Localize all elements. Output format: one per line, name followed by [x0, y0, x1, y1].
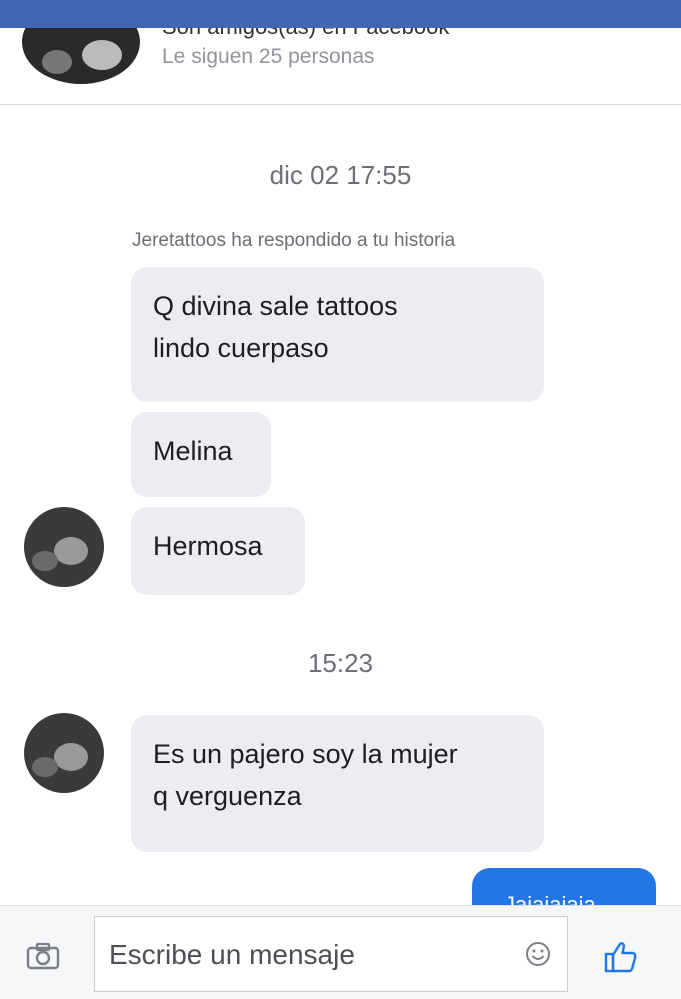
- message-bubble[interactable]: Hermosa: [131, 507, 305, 595]
- friends-line: Son amigos(as) en Facebook: [162, 28, 449, 40]
- contact-avatar[interactable]: [22, 28, 140, 84]
- message-thread[interactable]: dic 02 17:55 Jeretattoos ha respondido a…: [0, 105, 681, 928]
- message-text: Es un pajero soy la mujer: [153, 739, 458, 769]
- message-text: q verguenza: [153, 781, 302, 811]
- message-composer: Escribe un mensaje: [0, 905, 681, 999]
- top-bar: [0, 0, 681, 28]
- followers-count: Le siguen 25 personas: [162, 45, 375, 68]
- message-bubble[interactable]: Es un pajero soy la mujer q verguenza: [131, 715, 544, 852]
- message-text: Q divina sale tattoos: [153, 291, 398, 321]
- message-text: Melina: [153, 436, 233, 466]
- smiley-icon[interactable]: [525, 941, 551, 967]
- message-bubble[interactable]: Q divina sale tattoos lindo cuerpaso: [131, 267, 544, 402]
- timestamp: 15:23: [307, 648, 374, 678]
- message-text: Hermosa: [153, 531, 263, 561]
- message-text: lindo cuerpaso: [153, 333, 329, 363]
- sender-avatar[interactable]: [24, 507, 104, 587]
- thumbs-up-icon[interactable]: [603, 940, 639, 974]
- message-input[interactable]: Escribe un mensaje: [94, 916, 568, 992]
- timestamp: dic 02 17:55: [269, 160, 412, 190]
- message-input-placeholder: Escribe un mensaje: [109, 939, 355, 970]
- story-reply-note: Jeretattoos ha respondido a tu historia: [132, 230, 456, 251]
- message-bubble[interactable]: Melina: [131, 412, 271, 497]
- conversation-header: Son amigos(as) en Facebook Le siguen 25 …: [0, 28, 681, 105]
- camera-icon[interactable]: [26, 942, 60, 970]
- sender-avatar[interactable]: [24, 713, 104, 793]
